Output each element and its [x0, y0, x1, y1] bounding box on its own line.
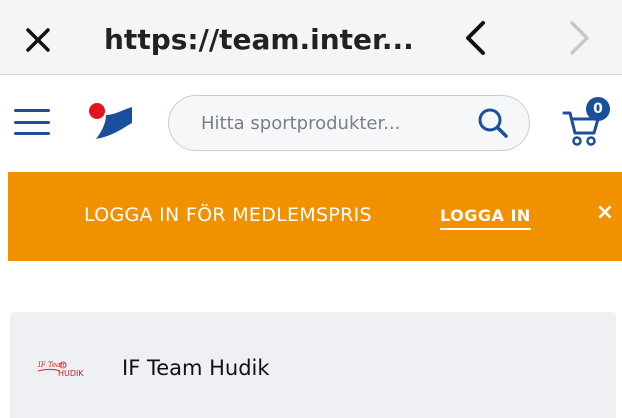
back-button[interactable]: [455, 18, 495, 58]
cart-count-badge: 0: [586, 97, 610, 121]
hamburger-menu-icon[interactable]: [12, 105, 52, 139]
browser-toolbar: https://team.inter...: [0, 0, 622, 75]
team-logo: IF Team HUDIK: [37, 361, 84, 378]
url-display[interactable]: https://team.inter...: [104, 20, 434, 60]
svg-text:HUDIK: HUDIK: [58, 369, 84, 378]
close-icon: [26, 28, 50, 52]
intersport-logo[interactable]: [86, 101, 136, 141]
login-link[interactable]: LOGGA IN: [440, 206, 531, 230]
close-icon[interactable]: ×: [592, 200, 618, 226]
chevron-left-icon: [466, 21, 485, 55]
search-button[interactable]: [475, 105, 511, 141]
promo-banner: LOGGA IN FÖR MEDLEMSPRIS LOGGA IN ×: [8, 172, 622, 261]
promo-text: LOGGA IN FÖR MEDLEMSPRIS: [84, 204, 372, 226]
team-card[interactable]: IF Team HUDIK IF Team Hudik: [10, 312, 616, 418]
cart-button[interactable]: 0: [562, 97, 618, 147]
search-icon: [478, 108, 508, 138]
chevron-right-icon: [570, 21, 589, 55]
search-input[interactable]: [199, 96, 463, 150]
team-name: IF Team Hudik: [122, 356, 270, 380]
site-header: 0: [0, 75, 622, 170]
search-bar: [168, 95, 530, 151]
close-tab-button[interactable]: [18, 22, 58, 58]
forward-button[interactable]: [560, 18, 600, 58]
